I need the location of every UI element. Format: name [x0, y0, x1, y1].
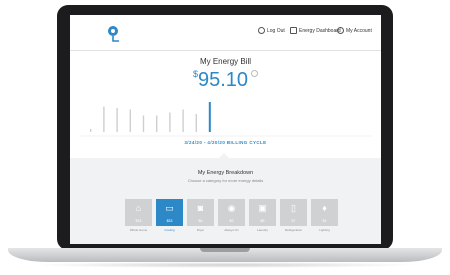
- usage-bar[interactable]: [129, 109, 131, 133]
- category-tile-laundry[interactable]: ▣ $5 Laundry: [249, 199, 276, 232]
- category-tile-refrigeration[interactable]: ▯ $7 Refrigeration: [280, 199, 307, 232]
- laptop-notch: [200, 248, 250, 252]
- bill-title: My Energy Bill: [199, 57, 252, 66]
- category-tile-lighting[interactable]: ♦ $4 Lighting: [311, 199, 338, 232]
- plug-icon: ◉: [227, 203, 236, 213]
- logo-icon: [108, 26, 119, 42]
- breakdown-subtitle: Choose a category for more energy detail…: [187, 178, 264, 183]
- category-label: Dryer: [196, 228, 205, 232]
- app-screen: Log Out Energy Dashboard My Account My E…: [70, 15, 381, 244]
- category-value: $15: [135, 219, 142, 223]
- breakdown-title: My Energy Breakdown: [197, 170, 254, 176]
- usage-bar[interactable]: [116, 108, 118, 132]
- energy-dashboard-link[interactable]: Energy Dashboard: [290, 27, 341, 34]
- usage-bar[interactable]: [156, 115, 158, 133]
- bar-chart-icon: [290, 27, 297, 34]
- washer-icon: ▣: [258, 203, 267, 213]
- info-icon[interactable]: [251, 70, 259, 77]
- category-tile-whole-home[interactable]: ⌂ $15 Whole Home: [125, 199, 152, 232]
- logout-label: Log Out: [267, 27, 285, 34]
- category-label: Lighting: [319, 228, 330, 232]
- category-value: $6: [198, 219, 203, 223]
- my-account-link[interactable]: My Account: [337, 27, 372, 34]
- bill-amount: $95.10: [70, 69, 381, 92]
- lightbulb-icon: ♦: [322, 203, 327, 213]
- category-label: Always On: [224, 228, 239, 232]
- category-tile-always-on[interactable]: ◉ $9 Always On: [218, 199, 245, 232]
- usage-bar[interactable]: [195, 114, 197, 132]
- usage-bar[interactable]: [103, 106, 105, 133]
- category-value: $5: [260, 219, 265, 223]
- category-label: Whole Home: [129, 228, 148, 232]
- category-label: Cooling: [164, 228, 175, 232]
- laptop-shadow: [30, 262, 420, 268]
- category-tile-dryer[interactable]: ◙ $6 Dryer: [187, 199, 214, 232]
- logout-link[interactable]: Log Out: [258, 27, 285, 34]
- usage-bar-current[interactable]: [208, 102, 211, 132]
- usage-bar[interactable]: [90, 129, 92, 132]
- ac-unit-icon: ▭: [165, 203, 174, 213]
- category-label: Refrigeration: [284, 228, 303, 232]
- amount-value: 95.10: [197, 69, 249, 91]
- category-tile-cooling[interactable]: ▭ $33 Cooling: [156, 199, 183, 232]
- category-value: $4: [322, 219, 327, 223]
- my-account-label: My Account: [346, 27, 372, 34]
- usage-bar[interactable]: [182, 109, 184, 133]
- category-tiles: ⌂ $15 Whole Home ▭ $33 Cooling ◙ $6 Dryer ◉ $9 Alwa…: [125, 199, 338, 232]
- home-icon: ⌂: [135, 203, 142, 213]
- category-label: Laundry: [257, 228, 268, 232]
- account-icon: [337, 27, 344, 34]
- billing-cycle-label[interactable]: 3/24/20 - 4/20/20 BILLING CYCLE: [70, 140, 381, 145]
- category-value: $7: [291, 219, 296, 223]
- usage-bar[interactable]: [142, 115, 145, 133]
- logout-icon: [258, 27, 265, 34]
- category-value: $33: [166, 219, 173, 223]
- energy-dashboard-label: Energy Dashboard: [299, 27, 341, 34]
- dryer-icon: ◙: [197, 203, 204, 213]
- category-value: $9: [229, 219, 234, 223]
- app-header: Log Out Energy Dashboard My Account: [70, 15, 381, 51]
- usage-bar[interactable]: [169, 112, 171, 133]
- fridge-icon: ▯: [291, 203, 296, 213]
